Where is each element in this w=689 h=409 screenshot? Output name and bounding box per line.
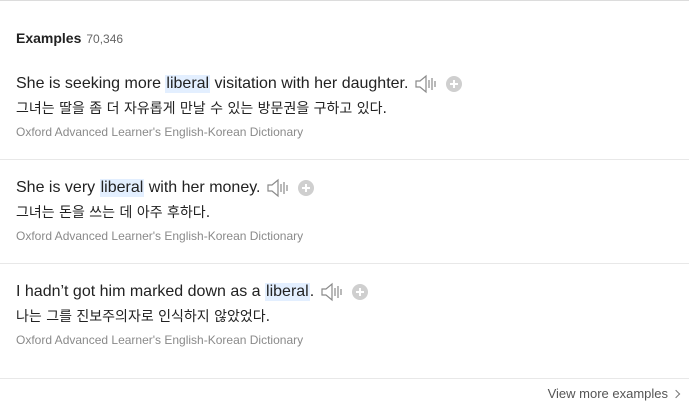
divider [0,263,689,264]
speaker-icon[interactable] [414,74,440,94]
example-translation: 그녀는 돈을 쓰는 데 아주 후하다. [16,205,211,221]
sentence-text: She is seeking more [16,75,166,92]
example-translation: 그녀는 딸을 좀 더 자유롭게 만날 수 있는 방문권을 구하고 있다. [16,101,387,117]
sentence-text: I hadn’t got him marked down as a [16,283,266,300]
example-item: She is very liberal with her money. 그녀는 … [0,177,689,244]
example-item: She is seeking more liberal visitation w… [0,73,689,140]
examples-count: 70,346 [86,32,124,46]
chevron-right-icon [671,389,681,399]
example-source: Oxford Advanced Learner's English-Korean… [16,125,304,139]
example-source: Oxford Advanced Learner's English-Korean… [16,333,304,347]
example-item: I hadn’t got him marked down as a libera… [0,281,689,348]
example-source: Oxford Advanced Learner's English-Korean… [16,229,304,243]
keyword-highlight: liberal [265,283,310,301]
example-sentence: I hadn’t got him marked down as a libera… [16,281,689,303]
divider [0,159,689,160]
example-translation: 나는 그를 진보주의자로 인식하지 않았었다. [16,309,271,325]
keyword-highlight: liberal [99,179,145,197]
sentence-text: with her money. [144,179,261,196]
sentence-text: visitation with her daughter. [210,75,409,92]
speaker-icon[interactable] [266,178,292,198]
sentence-text: She is very [16,179,100,196]
sentence-text: . [309,283,315,300]
add-to-wordbook-button[interactable] [352,284,369,300]
add-to-wordbook-button[interactable] [298,180,315,196]
examples-header: Examples 70,346 [16,30,123,46]
view-more-examples-link[interactable]: View more examples [547,386,681,401]
example-sentence: She is very liberal with her money. [16,177,689,199]
divider [0,378,689,379]
speaker-icon[interactable] [320,282,346,302]
view-more-label: View more examples [547,386,668,401]
add-to-wordbook-button[interactable] [446,76,463,92]
keyword-highlight: liberal [165,75,211,93]
examples-title: Examples [16,30,82,46]
examples-panel: Examples 70,346 She is seeking more libe… [0,0,689,409]
example-sentence: She is seeking more liberal visitation w… [16,73,689,95]
